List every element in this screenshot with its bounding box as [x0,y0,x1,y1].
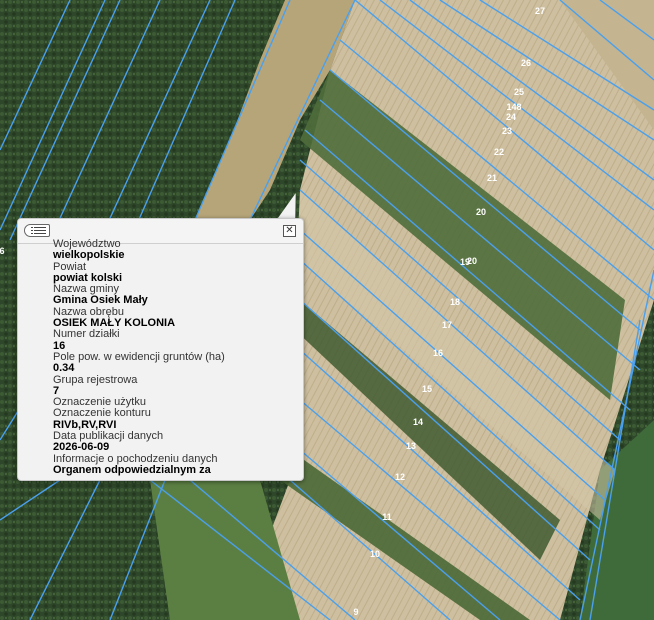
field-label: Grupa rejestrowa [53,373,138,386]
parcel-number-label: 17 [442,320,452,330]
field-label: Numer działki [53,328,120,341]
field-wojewodztwo: Województwo wielkopolskie [53,239,297,262]
field-numer-dzialki: Numer działki 16 [53,329,297,352]
parcel-number-label: 14 [413,417,423,427]
field-oznaczenie-konturu: Oznaczenie konturu RIVb,RV,RVI [53,408,297,431]
field-value: Organem odpowiedzialnym za [53,463,211,476]
field-gmina: Nazwa gminy Gmina Osiek Mały [53,283,297,307]
field-informacje: Informacje o pochodzeniu danych Organem … [53,453,297,477]
parcel-number-label: 9 [353,607,358,617]
list-lines [34,227,46,234]
identify-popup: ✕ Województwo wielkopolskie Powiat powia… [17,218,304,481]
field-label: Pole pow. w ewidencji gruntów (ha) [53,350,225,363]
field-pole-pow: Pole pow. w ewidencji gruntów (ha) 0.34 [53,350,297,375]
parcel-number-label: 24 [506,112,516,122]
list-back-icon[interactable] [24,224,50,237]
parcel-number-label: 18 [450,297,460,307]
parcel-number-label: 27 [535,6,545,16]
parcel-number-label: 12 [395,472,405,482]
popup-attributes: Województwo wielkopolskie Powiat powiat … [18,239,303,480]
field-value: wielkopolskie [53,249,125,262]
parcel-number-label: 15 [422,384,432,394]
parcel-number-label: 16 [433,348,443,358]
parcel-number-label: 148 [506,102,521,112]
field-obreb: Nazwa obrębu OSIEK MAŁY KOLONIA [53,306,297,330]
parcel-number-label: 6 [0,246,5,256]
field-data-publikacji: Data publikacji danych 2026-06-09 [53,430,297,454]
parcel-number-label: 20 [476,207,486,217]
field-grupa-rejestrowa: Grupa rejestrowa 7 [53,373,297,398]
parcel-number-label: 20 [467,256,477,266]
parcel-number-label: 13 [406,441,416,451]
field-powiat: Powiat powiat kolski [53,261,297,285]
parcel-number-label: 21 [487,173,497,183]
parcel-number-label: 23 [502,126,512,136]
list-dots [31,227,33,234]
field-value: 2026-06-09 [53,441,110,454]
field-value: 0.34 [53,362,75,375]
parcel-number-label: 26 [521,58,531,68]
parcel-number-label: 10 [370,549,380,559]
parcel-number-label: 22 [494,147,504,157]
parcel-number-label: 25 [514,87,524,97]
close-icon[interactable]: ✕ [283,225,296,237]
parcel-number-label: 11 [382,512,392,522]
